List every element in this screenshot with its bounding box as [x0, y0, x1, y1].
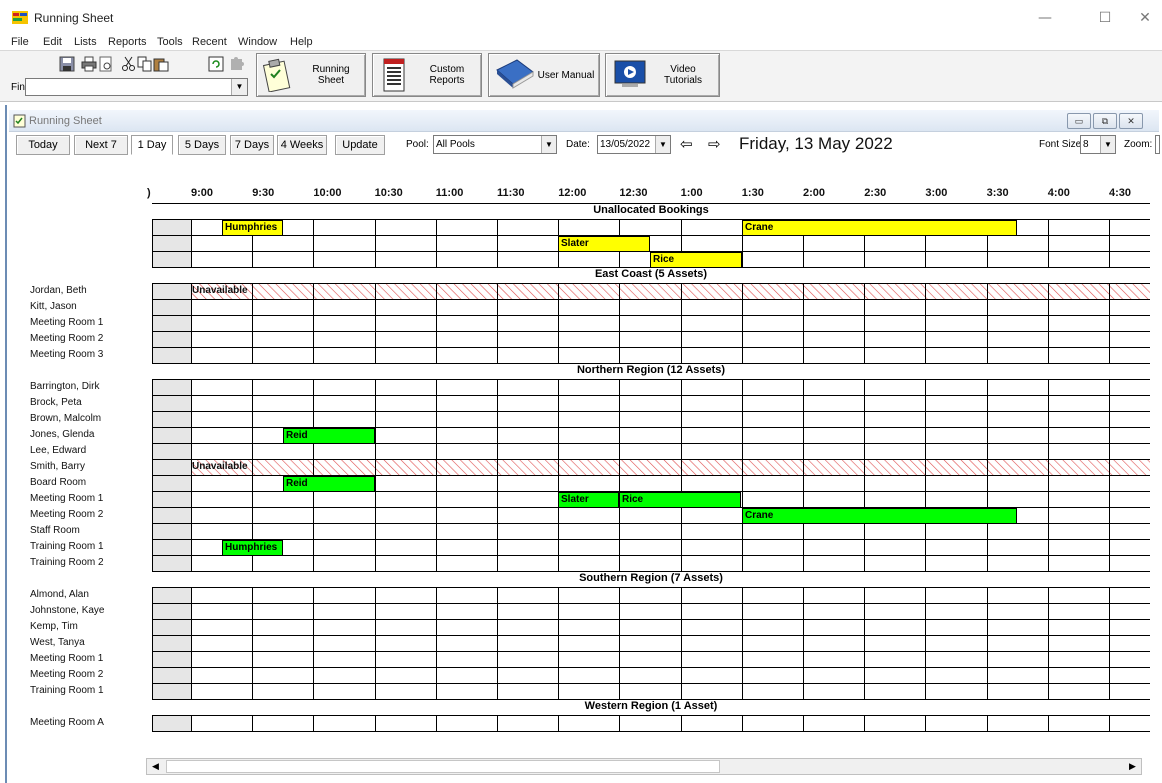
- unavailable-label: Unavailable: [192, 285, 248, 296]
- section-header: East Coast (5 Assets): [594, 268, 708, 280]
- asset-label[interactable]: Board Room: [30, 477, 86, 488]
- asset-label[interactable]: West, Tanya: [30, 637, 85, 648]
- asset-label[interactable]: Meeting Room 1: [30, 317, 103, 328]
- asset-label[interactable]: Lee, Edward: [30, 445, 86, 456]
- unavailable-block: [191, 284, 1150, 299]
- asset-label[interactable]: Meeting Room 2: [30, 509, 103, 520]
- booking-block[interactable]: Slater: [558, 236, 650, 252]
- booking-block[interactable]: Crane: [742, 220, 1017, 236]
- asset-label[interactable]: Meeting Room A: [30, 717, 104, 728]
- asset-label[interactable]: Kemp, Tim: [30, 621, 78, 632]
- unavailable-label: Unavailable: [192, 461, 248, 472]
- asset-label[interactable]: Kitt, Jason: [30, 301, 77, 312]
- booking-block[interactable]: Rice: [619, 492, 741, 508]
- asset-label[interactable]: Jordan, Beth: [30, 285, 87, 296]
- unavailable-block: [191, 460, 1150, 475]
- horizontal-scrollbar[interactable]: ◀ ▶: [146, 758, 1142, 775]
- asset-label[interactable]: Meeting Room 1: [30, 493, 103, 504]
- booking-block[interactable]: Humphries: [222, 220, 283, 236]
- booking-block[interactable]: Rice: [650, 252, 742, 268]
- schedule-grid: ) 9:00 9:30 10:00 10:30 11:00 11:30 12:00 12:30 1…: [0, 0, 1162, 783]
- asset-label[interactable]: Johnstone, Kaye: [30, 605, 105, 616]
- scroll-thumb[interactable]: [166, 760, 720, 773]
- booking-block[interactable]: Reid: [283, 476, 375, 492]
- section-header: Unallocated Bookings: [593, 204, 709, 216]
- asset-label[interactable]: Brown, Malcolm: [30, 413, 101, 424]
- scroll-right-arrow-icon[interactable]: ▶: [1124, 759, 1141, 774]
- asset-label[interactable]: Smith, Barry: [30, 461, 85, 472]
- section-header: Western Region (1 Asset): [584, 700, 718, 712]
- asset-label[interactable]: Meeting Room 2: [30, 333, 103, 344]
- asset-label[interactable]: Meeting Room 3: [30, 349, 103, 360]
- booking-block[interactable]: Crane: [742, 508, 1017, 524]
- asset-label[interactable]: Barrington, Dirk: [30, 381, 99, 392]
- asset-label[interactable]: Training Room 1: [30, 685, 104, 696]
- scroll-left-arrow-icon[interactable]: ◀: [147, 759, 164, 774]
- asset-label[interactable]: Meeting Room 2: [30, 669, 103, 680]
- asset-label[interactable]: Training Room 2: [30, 557, 104, 568]
- section-header: Northern Region (12 Assets): [576, 364, 726, 376]
- asset-label[interactable]: Training Room 1: [30, 541, 104, 552]
- asset-label[interactable]: Jones, Glenda: [30, 429, 95, 440]
- asset-label[interactable]: Brock, Peta: [30, 397, 82, 408]
- asset-label[interactable]: Meeting Room 1: [30, 653, 103, 664]
- booking-block[interactable]: Humphries: [222, 540, 283, 556]
- schedule-gridlines: [152, 203, 1150, 732]
- asset-label[interactable]: Almond, Alan: [30, 589, 89, 600]
- booking-block[interactable]: Reid: [283, 428, 375, 444]
- asset-label[interactable]: Staff Room: [30, 525, 80, 536]
- section-header: Southern Region (7 Assets): [579, 572, 723, 584]
- booking-block[interactable]: Slater: [558, 492, 619, 508]
